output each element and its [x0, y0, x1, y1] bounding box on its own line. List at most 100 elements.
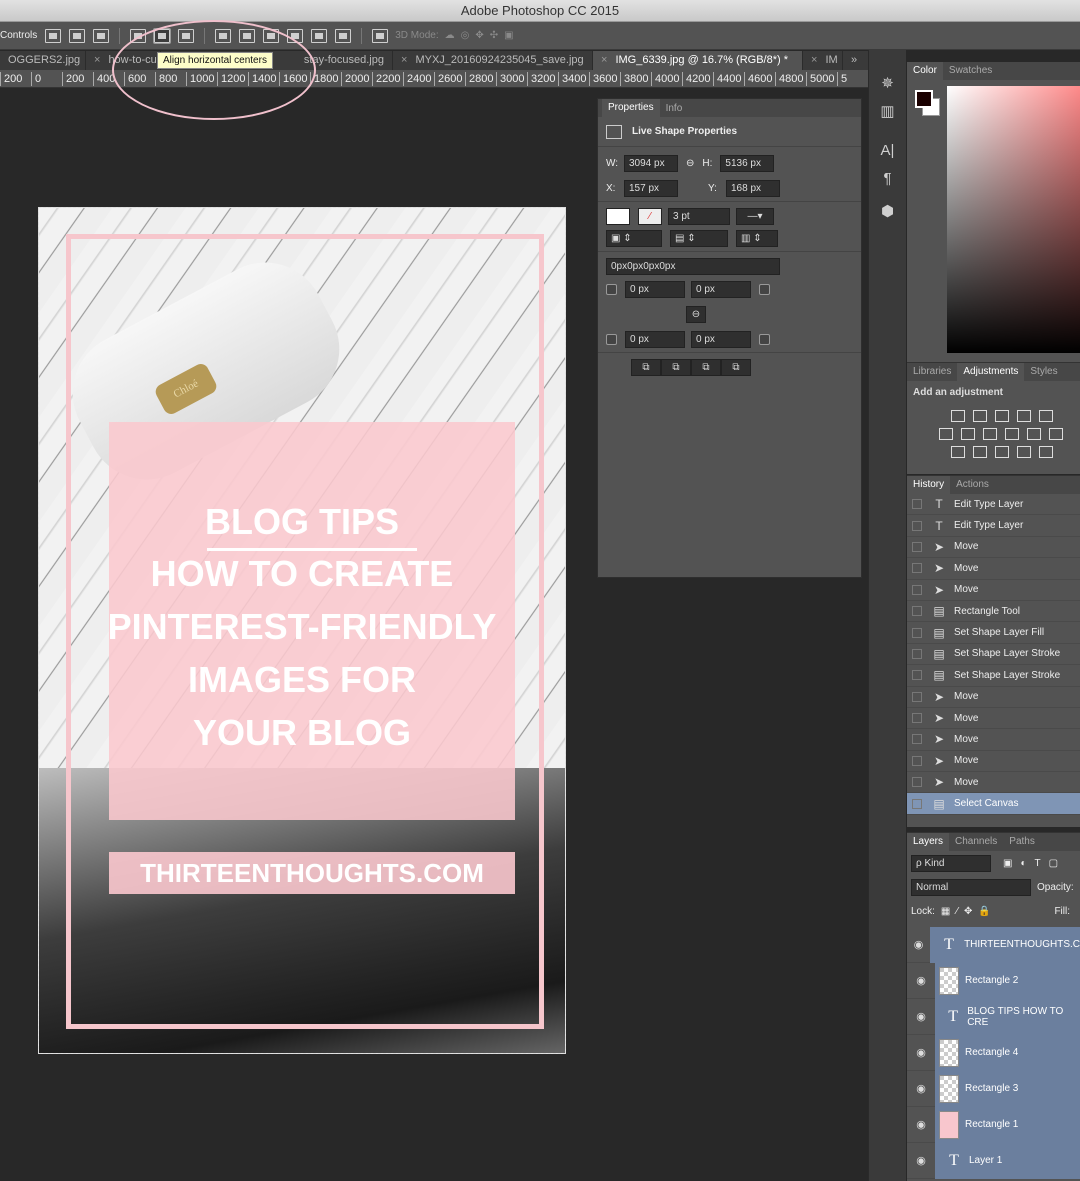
history-item[interactable]: T Edit Type Layer [907, 494, 1080, 516]
history-snapshot-checkbox[interactable] [912, 499, 922, 510]
stroke-swatch[interactable]: ⁄ [638, 208, 662, 225]
history-snapshot-checkbox[interactable] [912, 520, 922, 531]
history-snapshot-checkbox[interactable] [912, 606, 922, 617]
align-top-icon[interactable] [45, 28, 62, 43]
tab-properties[interactable]: Properties [602, 99, 660, 117]
invert-icon[interactable] [951, 446, 965, 458]
blend-mode-dropdown[interactable]: Normal [911, 878, 1031, 896]
vibrance-icon[interactable] [1039, 410, 1053, 422]
tab-styles[interactable]: Styles [1024, 363, 1063, 381]
layer-row[interactable]: ◉ Rectangle 4 [907, 1034, 1080, 1071]
layer-row[interactable]: ◉ T Layer 1 [907, 1142, 1080, 1179]
history-snapshot-checkbox[interactable] [912, 713, 922, 724]
3d-icon[interactable]: ⬢ [874, 202, 902, 224]
close-icon[interactable]: × [94, 54, 100, 66]
close-icon[interactable]: × [811, 54, 817, 66]
stroke-width-field[interactable]: 3 pt [668, 208, 730, 225]
navigator-icon[interactable]: ✵ [874, 74, 902, 96]
paragraph-icon[interactable]: ¶ [874, 170, 902, 192]
character-icon[interactable]: A| [874, 142, 902, 164]
tab-doc-4[interactable]: × MYXJ_20160924235045_save.jpg [393, 51, 593, 70]
y-field[interactable]: 168 px [726, 180, 780, 197]
path-combine-icon[interactable]: ⧉ [631, 359, 661, 376]
show-transform-controls-label[interactable]: Controls [0, 30, 41, 41]
bw-icon[interactable] [983, 428, 997, 440]
radius-bottom-right[interactable]: 0 px [691, 331, 751, 348]
more-tabs-icon[interactable]: » [843, 51, 868, 70]
path-intersect-icon[interactable]: ⧉ [691, 359, 721, 376]
eye-icon[interactable]: ◉ [907, 1154, 935, 1167]
layer-row[interactable]: ◉ Rectangle 3 [907, 1070, 1080, 1107]
layer-row[interactable]: ◉ T THIRTEENTHOUGHTS.C [907, 926, 1080, 963]
history-snapshot-checkbox[interactable] [912, 691, 922, 702]
history-item[interactable]: ➤ Move [907, 751, 1080, 773]
path-exclude-icon[interactable]: ⧉ [721, 359, 751, 376]
layer-row[interactable]: ◉ Rectangle 1 [907, 1106, 1080, 1143]
align-vertical-centers-icon[interactable] [69, 28, 86, 43]
history-item[interactable]: ▤ Select Canvas [907, 793, 1080, 815]
radius-top-left[interactable]: 0 px [625, 281, 685, 298]
link-radius-icon[interactable]: ⊖ [686, 306, 706, 323]
tab-doc-1[interactable]: OGGERS2.jpg [0, 51, 86, 70]
layer-row[interactable]: ◉ Rectangle 2 [907, 962, 1080, 999]
history-snapshot-checkbox[interactable] [912, 648, 922, 659]
threshold-icon[interactable] [995, 446, 1009, 458]
history-item[interactable]: T Edit Type Layer [907, 515, 1080, 537]
distribute-hcenter-icon[interactable] [311, 28, 328, 43]
history-item[interactable]: ➤ Move [907, 537, 1080, 559]
curves-icon[interactable] [995, 410, 1009, 422]
tab-swatches[interactable]: Swatches [943, 62, 998, 80]
document-canvas[interactable]: Chloé BLOG TIPS HOW TO CREATE PINTEREST-… [38, 207, 566, 1054]
levels-icon[interactable] [973, 410, 987, 422]
brightness-icon[interactable] [951, 410, 965, 422]
adjustment-row-2[interactable] [907, 428, 1080, 440]
tab-paths[interactable]: Paths [1003, 833, 1041, 851]
history-item[interactable]: ➤ Move [907, 708, 1080, 730]
auto-align-icon[interactable] [372, 28, 389, 43]
history-snapshot-checkbox[interactable] [912, 584, 922, 595]
history-item[interactable]: ▤ Rectangle Tool [907, 601, 1080, 623]
eye-icon[interactable]: ◉ [907, 1010, 935, 1023]
close-icon[interactable]: × [401, 54, 407, 66]
tab-doc-active[interactable]: × IMG_6339.jpg @ 16.7% (RGB/8*) * [593, 51, 803, 70]
tab-channels[interactable]: Channels [949, 833, 1003, 851]
history-item[interactable]: ▤ Set Shape Layer Stroke [907, 644, 1080, 666]
history-item[interactable]: ➤ Move [907, 558, 1080, 580]
eye-icon[interactable]: ◉ [907, 1118, 935, 1131]
tab-layers[interactable]: Layers [907, 833, 950, 851]
history-snapshot-checkbox[interactable] [912, 777, 922, 788]
history-snapshot-checkbox[interactable] [912, 541, 922, 552]
layer-filter-icons[interactable]: ▣◐T▢ [1003, 858, 1066, 869]
history-snapshot-checkbox[interactable] [912, 627, 922, 638]
stroke-corners-dropdown[interactable]: ▥ ⇕ [736, 230, 778, 247]
radius-bottom-left[interactable]: 0 px [625, 331, 685, 348]
3d-roll-icon[interactable]: ◎ [461, 30, 470, 41]
radius-top-right[interactable]: 0 px [691, 281, 751, 298]
exposure-icon[interactable] [1017, 410, 1031, 422]
tab-adjustments[interactable]: Adjustments [957, 363, 1025, 381]
tab-info[interactable]: Info [660, 103, 689, 114]
photo-filter-icon[interactable] [1005, 428, 1019, 440]
history-snapshot-checkbox[interactable] [912, 563, 922, 574]
mixer-icon[interactable] [1027, 428, 1041, 440]
eye-icon[interactable]: ◉ [907, 1082, 935, 1095]
path-subtract-icon[interactable]: ⧉ [661, 359, 691, 376]
x-field[interactable]: 157 px [624, 180, 678, 197]
layer-filter-kind[interactable]: ρ Kind [911, 854, 991, 872]
width-field[interactable]: 3094 px [624, 155, 678, 172]
tab-actions[interactable]: Actions [950, 476, 995, 494]
history-item[interactable]: ▤ Set Shape Layer Fill [907, 622, 1080, 644]
history-item[interactable]: ▤ Set Shape Layer Stroke [907, 665, 1080, 687]
selective-color-icon[interactable] [1039, 446, 1053, 458]
3d-orbit-icon[interactable]: ☁ [445, 30, 455, 41]
gradient-map-icon[interactable] [1017, 446, 1031, 458]
lookup-icon[interactable] [1049, 428, 1063, 440]
layer-row[interactable]: ◉ T BLOG TIPS HOW TO CRE [907, 998, 1080, 1035]
tab-color[interactable]: Color [907, 62, 943, 80]
history-snapshot-checkbox[interactable] [912, 755, 922, 766]
3d-pan-icon[interactable]: ✥ [475, 30, 483, 41]
stroke-caps-dropdown[interactable]: ▤ ⇕ [670, 230, 728, 247]
3d-slide-icon[interactable]: ✣ [490, 30, 498, 41]
history-item[interactable]: ➤ Move [907, 772, 1080, 794]
eye-icon[interactable]: ◉ [907, 974, 935, 987]
